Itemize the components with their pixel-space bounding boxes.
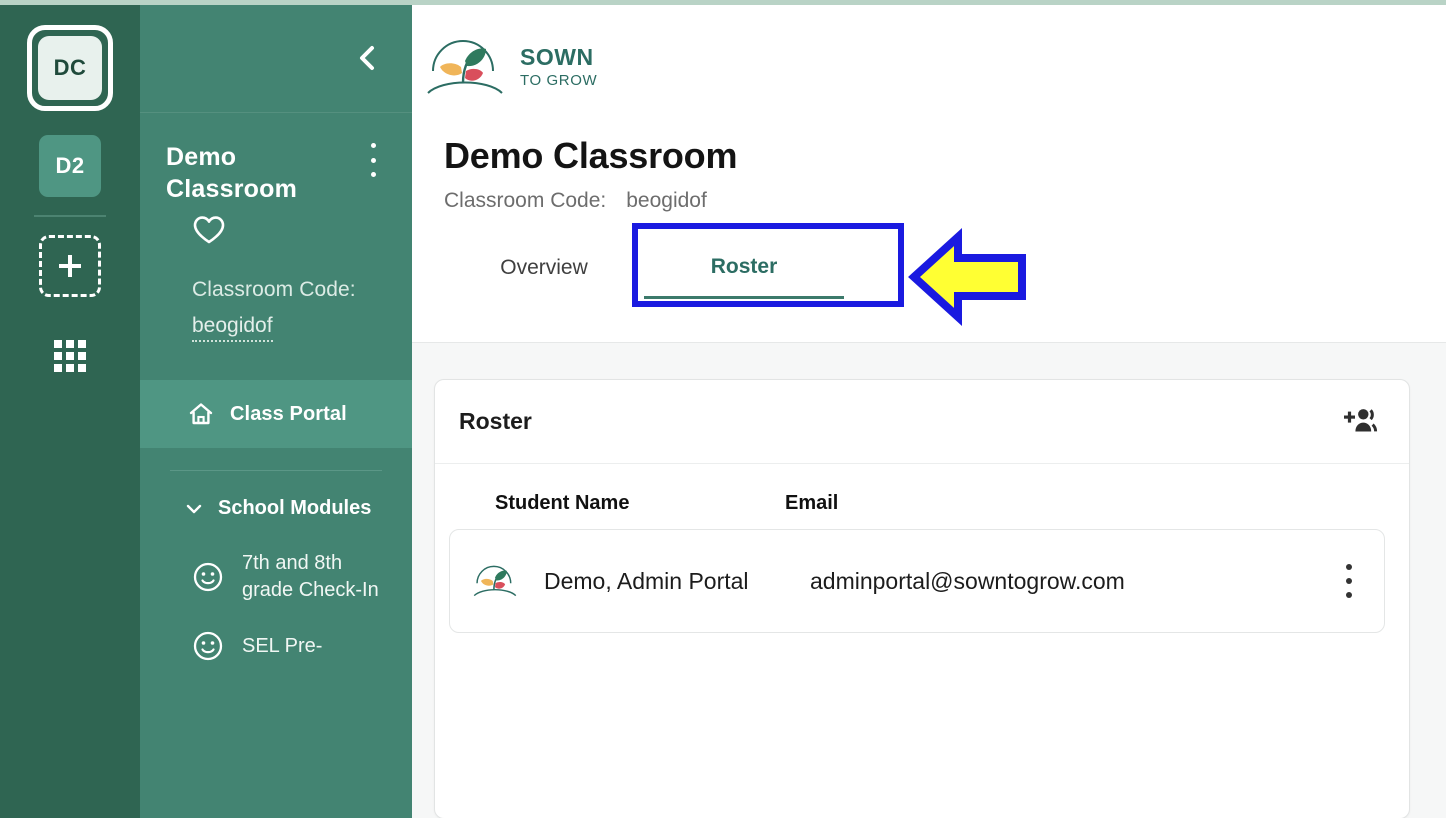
page-title: Demo Classroom bbox=[444, 135, 738, 176]
kebab-dot bbox=[1346, 578, 1352, 584]
sidebar-nav: Class Portal School Modules 7th and 8th … bbox=[140, 380, 412, 662]
sidebar-classroom-menu-button[interactable] bbox=[362, 143, 384, 177]
favorite-classroom-button[interactable] bbox=[192, 215, 390, 250]
roster-table-header: Student Name Email bbox=[435, 464, 1409, 515]
content-header: SOWN TO GROW Demo Classroom Classroom Co… bbox=[412, 5, 1446, 343]
row-student-email: adminportal@sowntogrow.com bbox=[810, 567, 1125, 594]
table-row[interactable]: Demo, Admin Portal adminportal@sowntogro… bbox=[449, 529, 1385, 633]
plus-icon bbox=[59, 255, 81, 277]
kebab-dot bbox=[1346, 564, 1352, 570]
sidebar-module-checkin[interactable]: 7th and 8th grade Check-In bbox=[140, 520, 412, 604]
sidebar-collapse-button[interactable] bbox=[352, 43, 382, 73]
add-student-button[interactable] bbox=[1341, 402, 1381, 442]
page-code-label: Classroom Code: bbox=[444, 189, 607, 212]
roster-card-header: Roster bbox=[435, 380, 1409, 464]
rail-divider bbox=[34, 215, 106, 217]
sidebar-item-label: Class Portal bbox=[230, 402, 347, 425]
person-add-icon bbox=[1344, 408, 1378, 432]
kebab-dot bbox=[370, 157, 376, 163]
sidebar-group-label: School Modules bbox=[218, 497, 372, 519]
chevron-left-icon bbox=[360, 46, 374, 70]
sown-to-grow-logo-avatar bbox=[473, 565, 517, 597]
sidebar-item-class-portal[interactable]: Class Portal bbox=[140, 380, 412, 448]
row-menu-button[interactable] bbox=[1338, 564, 1360, 598]
brand-logo[interactable]: SOWN TO GROW bbox=[412, 5, 1446, 103]
tab-overview[interactable]: Overview bbox=[444, 237, 644, 299]
main-content: SOWN TO GROW Demo Classroom Classroom Co… bbox=[412, 5, 1446, 818]
rail-tile-selected-wrapper[interactable]: DC bbox=[27, 25, 113, 111]
sidebar-code-value[interactable]: beogidof bbox=[192, 314, 273, 342]
add-classroom-button[interactable] bbox=[39, 235, 101, 297]
sidebar-group-school-modules[interactable]: School Modules bbox=[140, 471, 412, 520]
sidebar-top-bar bbox=[140, 5, 412, 113]
brand-line-2: TO GROW bbox=[520, 72, 598, 89]
kebab-dot bbox=[370, 143, 376, 148]
home-icon bbox=[189, 403, 213, 425]
kebab-dot bbox=[370, 172, 376, 177]
sidebar-module-sel-pre[interactable]: SEL Pre- bbox=[140, 604, 412, 662]
rail-tile-d2[interactable]: D2 bbox=[39, 135, 101, 197]
brand-line-1: SOWN bbox=[520, 44, 594, 70]
sidebar-classroom-name: Demo Classroom bbox=[166, 143, 298, 203]
tab-roster[interactable]: Roster bbox=[644, 237, 844, 299]
tab-bar: Overview Roster bbox=[412, 223, 1446, 327]
sown-to-grow-logo bbox=[427, 40, 503, 94]
sidebar-module-label: 7th and 8th grade Check-In bbox=[242, 552, 379, 601]
app-window: DC D2 Demo Classroom Classroom Code: beo… bbox=[0, 0, 1446, 818]
roster-card-title: Roster bbox=[459, 408, 532, 434]
kebab-dot bbox=[1346, 592, 1352, 598]
rail-tile-dc[interactable]: DC bbox=[38, 36, 102, 100]
row-student-name: Demo, Admin Portal bbox=[544, 567, 749, 594]
page-code-value: beogidof bbox=[626, 189, 707, 212]
smiley-face-icon bbox=[193, 631, 223, 661]
roster-card: Roster Student Name Email Demo, Admin Po… bbox=[434, 379, 1410, 818]
sidebar-code-label: Classroom Code: bbox=[192, 278, 356, 301]
page-classroom-code: Classroom Code: beogidof bbox=[412, 177, 1446, 213]
arrow-left-annotation bbox=[908, 227, 1026, 327]
heart-icon bbox=[193, 216, 225, 244]
grid-apps-icon[interactable] bbox=[53, 339, 87, 373]
column-header-email: Email bbox=[785, 492, 839, 514]
icon-rail: DC D2 bbox=[0, 5, 140, 818]
sidebar-module-label: SEL Pre- bbox=[242, 634, 323, 657]
smiley-face-icon bbox=[193, 562, 223, 592]
column-header-student-name: Student Name bbox=[495, 492, 630, 514]
sidebar-classroom-block: Demo Classroom Classroom Code: beogidof bbox=[140, 113, 412, 342]
brand-wordmark: SOWN TO GROW bbox=[520, 44, 598, 89]
classroom-sidebar: Demo Classroom Classroom Code: beogidof bbox=[140, 5, 412, 818]
tab-roster-wrapper: Roster bbox=[632, 223, 1026, 327]
chevron-down-icon bbox=[186, 504, 202, 513]
